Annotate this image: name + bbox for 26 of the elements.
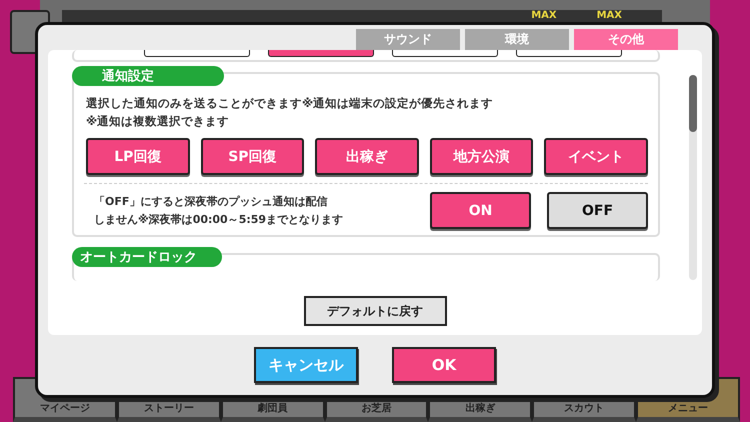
notification-toggle[interactable]: LP回復: [86, 138, 190, 175]
night-note-text: 「OFF」にすると深夜帯のプッシュ通知は配信: [94, 194, 328, 210]
night-toggle[interactable]: OFF: [547, 192, 648, 229]
scrollbar-track[interactable]: [689, 75, 697, 280]
notification-toggle[interactable]: 出稼ぎ: [315, 138, 419, 175]
notification-toggle[interactable]: イベント: [544, 138, 648, 175]
night-note-text: しません※深夜帯は00:00～5:59までとなります: [94, 212, 344, 228]
section-label: オートカードロック: [72, 247, 222, 267]
section-label: 通知設定: [72, 66, 224, 86]
ok-button[interactable]: OK: [392, 347, 496, 383]
notification-toggle[interactable]: SP回復: [200, 138, 304, 175]
sp-max-label: MAX: [596, 10, 622, 23]
settings-tab[interactable]: 環境: [465, 29, 569, 50]
description-text: 選択した通知のみを送ることができます※通知は端末の設定が優先されます: [86, 95, 494, 112]
night-toggle[interactable]: ON: [430, 192, 532, 229]
option-button[interactable]: [392, 50, 498, 57]
notification-toggle[interactable]: 地方公演: [430, 138, 534, 175]
settings-tab[interactable]: その他: [574, 29, 678, 50]
reset-default-button[interactable]: デフォルトに戻す: [304, 296, 446, 326]
description-text: ※通知は複数選択できます: [86, 113, 230, 130]
option-button[interactable]: [516, 50, 622, 57]
cancel-button[interactable]: キャンセル: [254, 347, 358, 383]
option-button[interactable]: [144, 50, 250, 57]
settings-tab[interactable]: サウンド: [356, 29, 460, 50]
lp-max-label: MAX: [531, 10, 557, 23]
scrollbar-thumb[interactable]: [689, 75, 697, 132]
